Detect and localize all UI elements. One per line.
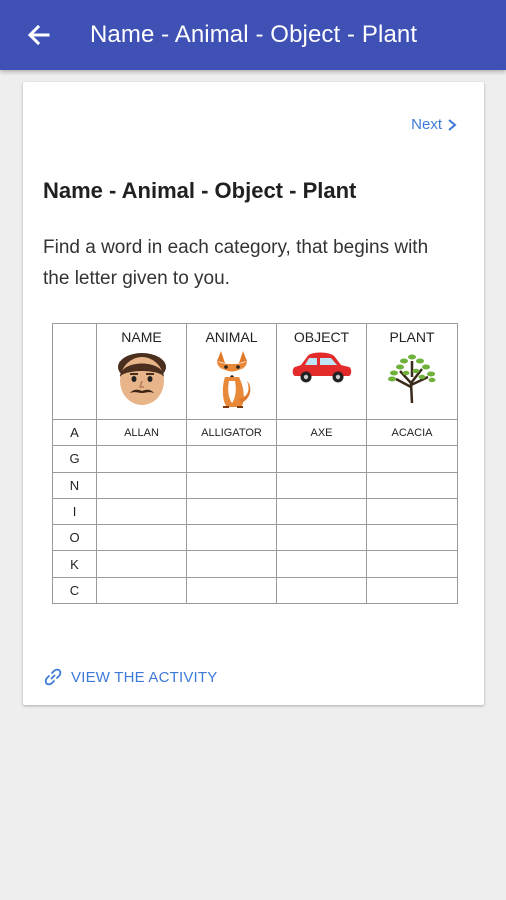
header-object: OBJECT [276, 323, 367, 420]
answer-cell [96, 524, 187, 552]
tree-icon [388, 354, 436, 404]
row-letter: C [52, 576, 97, 605]
row-letter: O [52, 524, 97, 552]
answer-cell [96, 576, 187, 605]
back-button[interactable] [22, 20, 56, 50]
worksheet-row: I [52, 497, 458, 526]
worksheet-row: N [52, 471, 458, 499]
answer-cell [276, 445, 367, 473]
worksheet-row: O [52, 524, 458, 552]
card-title: Name - Animal - Object - Plant [43, 178, 357, 203]
app-bar: Name - Animal - Object - Plant [0, 0, 506, 70]
answer-cell [186, 550, 277, 578]
header-name: NAME [96, 323, 187, 420]
answer-cell [96, 471, 187, 499]
header-plant: PLANT [366, 323, 458, 420]
corner-cell [52, 323, 97, 420]
header-label: ANIMAL [205, 329, 258, 345]
answer-cell [276, 550, 367, 578]
view-activity-label: VIEW THE ACTIVITY [71, 668, 218, 686]
answer-cell [276, 471, 367, 499]
header-animal: ANIMAL [186, 323, 277, 420]
answer-cell [276, 524, 367, 552]
answer-cell [96, 497, 187, 526]
row-letter: I [52, 497, 97, 526]
answer-cell: ACACIA [366, 418, 458, 447]
car-icon [292, 352, 351, 383]
row-letter: N [52, 471, 97, 499]
answer-cell [96, 550, 187, 578]
answer-cell [186, 524, 277, 552]
next-label: Next [411, 116, 442, 133]
answer-cell [186, 497, 277, 526]
view-activity-link[interactable]: VIEW THE ACTIVITY [43, 667, 217, 687]
header-label: OBJECT [293, 329, 350, 345]
worksheet-row: G [52, 445, 458, 473]
answer-cell [366, 524, 458, 552]
answer-cell [186, 576, 277, 605]
answer-cell [276, 497, 367, 526]
answer-cell [366, 497, 458, 526]
answer-cell [186, 445, 277, 473]
row-letter: G [52, 445, 97, 473]
worksheet-header-row: NAME ANIMAL OBJECT PLANT [52, 323, 458, 420]
answer-cell [366, 550, 458, 578]
fox-icon [216, 351, 250, 408]
answer-cell: ALLIGATOR [186, 418, 277, 447]
worksheet-row: K [52, 550, 458, 578]
card-description: Find a word in each category, that begin… [43, 237, 429, 289]
activity-card: Next Name - Animal - Object - Plant Find… [23, 82, 484, 705]
header-label: NAME [121, 329, 162, 345]
answer-cell: AXE [276, 418, 367, 447]
answer-cell [366, 471, 458, 499]
worksheet-row: A ALLAN ALLIGATOR AXE ACACIA [52, 418, 458, 447]
answer-cell [366, 445, 458, 473]
next-button[interactable]: Next [411, 116, 458, 133]
row-letter: K [52, 550, 97, 578]
answer-cell: ALLAN [96, 418, 187, 447]
answer-cell [276, 576, 367, 605]
answer-cell [186, 471, 277, 499]
worksheet-body: A ALLAN ALLIGATOR AXE ACACIA G N I O K C [52, 418, 458, 605]
worksheet-row: C [52, 576, 458, 605]
worksheet-table: NAME ANIMAL OBJECT PLANT A ALLAN ALLIGAT… [52, 323, 458, 605]
header-label: PLANT [389, 329, 435, 345]
answer-cell [366, 576, 458, 605]
row-letter: A [52, 418, 97, 447]
answer-cell [96, 445, 187, 473]
arrow-left-icon [27, 24, 50, 46]
face-icon [117, 353, 166, 405]
chevron-right-icon [448, 118, 457, 131]
link-icon [44, 668, 62, 686]
app-bar-title: Name - Animal - Object - Plant [90, 21, 418, 48]
